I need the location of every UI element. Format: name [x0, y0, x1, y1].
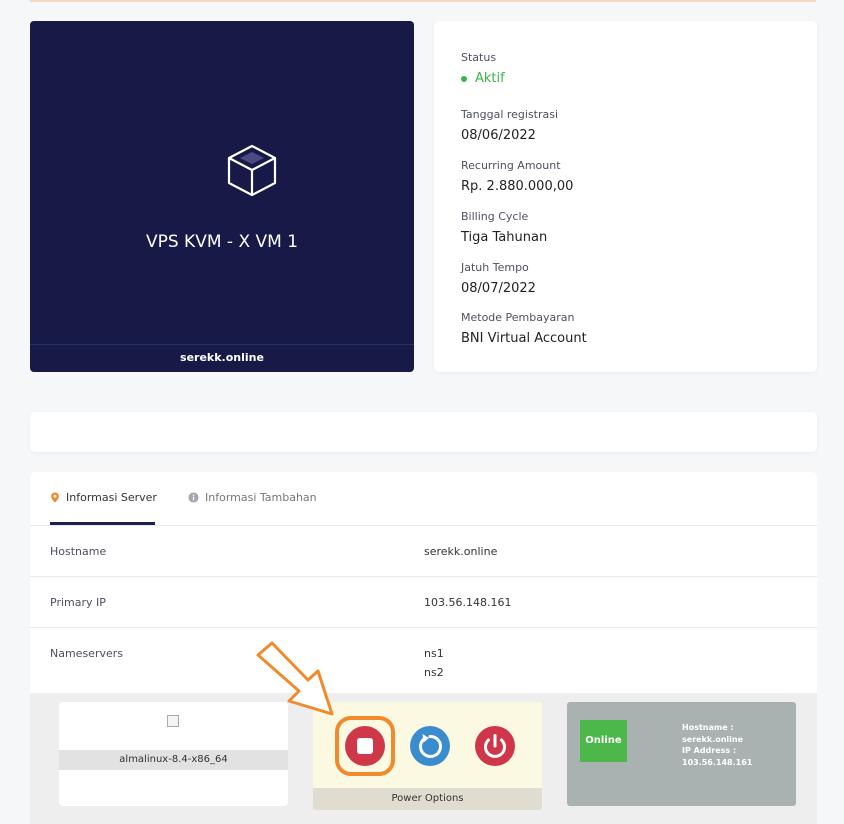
stop-icon — [357, 738, 373, 754]
due-date-label: Jatuh Tempo — [461, 261, 529, 274]
tab-server-info-label: Informasi Server — [66, 491, 157, 504]
os-image-icon — [167, 715, 179, 727]
payment-method-field: Metode Pembayaran BNI Virtual Account — [461, 311, 587, 346]
annotation-arrow-icon — [256, 641, 334, 716]
restart-icon — [419, 734, 442, 758]
status-dot-icon — [461, 75, 467, 82]
active-tab-indicator — [50, 522, 155, 525]
tab-bar: Informasi Server Informasi Tambahan — [30, 472, 817, 526]
hostname-row: Hostname serekk.online — [30, 526, 817, 577]
nameservers-row: Nameservers ns1 ns2 — [30, 628, 817, 693]
vm-hostname-value: serekk.online — [682, 734, 744, 744]
nameserver-1: ns1 — [424, 647, 444, 660]
power-off-button[interactable] — [475, 726, 515, 766]
vm-status-info: Hostname : serekk.online IP Address : 10… — [682, 722, 752, 768]
billing-cycle-label: Billing Cycle — [461, 210, 529, 223]
payment-method-value: BNI Virtual Account — [461, 331, 587, 346]
product-domain: serekk.online — [30, 344, 414, 372]
vm-status-panel: Online Hostname : serekk.online IP Addre… — [567, 702, 796, 806]
hostname-label: Hostname — [50, 545, 107, 558]
empty-panel — [30, 412, 817, 452]
primary-ip-value: 103.56.148.161 — [424, 596, 512, 609]
due-date-value: 08/07/2022 — [461, 281, 536, 296]
power-options-label: Power Options — [313, 788, 542, 810]
location-pin-icon — [51, 492, 59, 503]
billing-cycle-value: Tiga Tahunan — [461, 230, 548, 245]
vm-control-panel: almalinux-8.4-x86_64 Power Options Onlin… — [30, 693, 817, 824]
vm-hostname-label: Hostname : — [682, 723, 734, 732]
os-label: almalinux-8.4-x86_64 — [59, 750, 288, 770]
top-divider — [30, 0, 816, 2]
product-card: VPS KVM - X VM 1 serekk.online — [30, 21, 414, 372]
nameservers-label: Nameservers — [50, 647, 124, 660]
recurring-field: Recurring Amount Rp. 2.880.000,00 — [461, 159, 573, 194]
billing-cycle-field: Billing Cycle Tiga Tahunan — [461, 210, 547, 245]
tab-additional-info[interactable]: Informasi Tambahan — [188, 491, 317, 504]
registration-field: Tanggal registrasi 08/06/2022 — [461, 108, 558, 143]
online-status-badge: Online — [580, 720, 627, 762]
registration-value: 08/06/2022 — [461, 128, 536, 143]
payment-method-label: Metode Pembayaran — [461, 311, 575, 324]
tab-server-info[interactable]: Informasi Server — [50, 491, 157, 504]
primary-ip-label: Primary IP — [50, 596, 106, 609]
product-name: VPS KVM - X VM 1 — [145, 232, 299, 252]
nameserver-2: ns2 — [424, 666, 444, 679]
restart-button[interactable] — [410, 726, 450, 766]
status-text: Aktif — [475, 71, 505, 86]
hostname-value: serekk.online — [424, 545, 498, 558]
registration-label: Tanggal registrasi — [461, 108, 559, 121]
power-icon — [484, 734, 506, 758]
primary-ip-row: Primary IP 103.56.148.161 — [30, 577, 817, 628]
recurring-value: Rp. 2.880.000,00 — [461, 179, 574, 194]
recurring-label: Recurring Amount — [461, 159, 561, 172]
status-label: Status — [461, 51, 497, 64]
vm-ip-label: IP Address : — [682, 746, 737, 755]
vm-ip-value: 103.56.148.161 — [682, 757, 753, 767]
info-icon — [188, 492, 199, 503]
status-field: Status Aktif — [461, 51, 505, 86]
tab-additional-info-label: Informasi Tambahan — [205, 491, 317, 504]
cube-icon — [227, 144, 277, 197]
due-date-field: Jatuh Tempo 08/07/2022 — [461, 261, 536, 296]
billing-details-card: Status Aktif Tanggal registrasi 08/06/20… — [434, 21, 817, 372]
status-value: Aktif — [461, 71, 505, 86]
stop-button[interactable] — [345, 726, 385, 766]
power-options-panel: Power Options — [313, 702, 542, 810]
server-info-card: Informasi Server Informasi Tambahan Host… — [30, 472, 817, 824]
